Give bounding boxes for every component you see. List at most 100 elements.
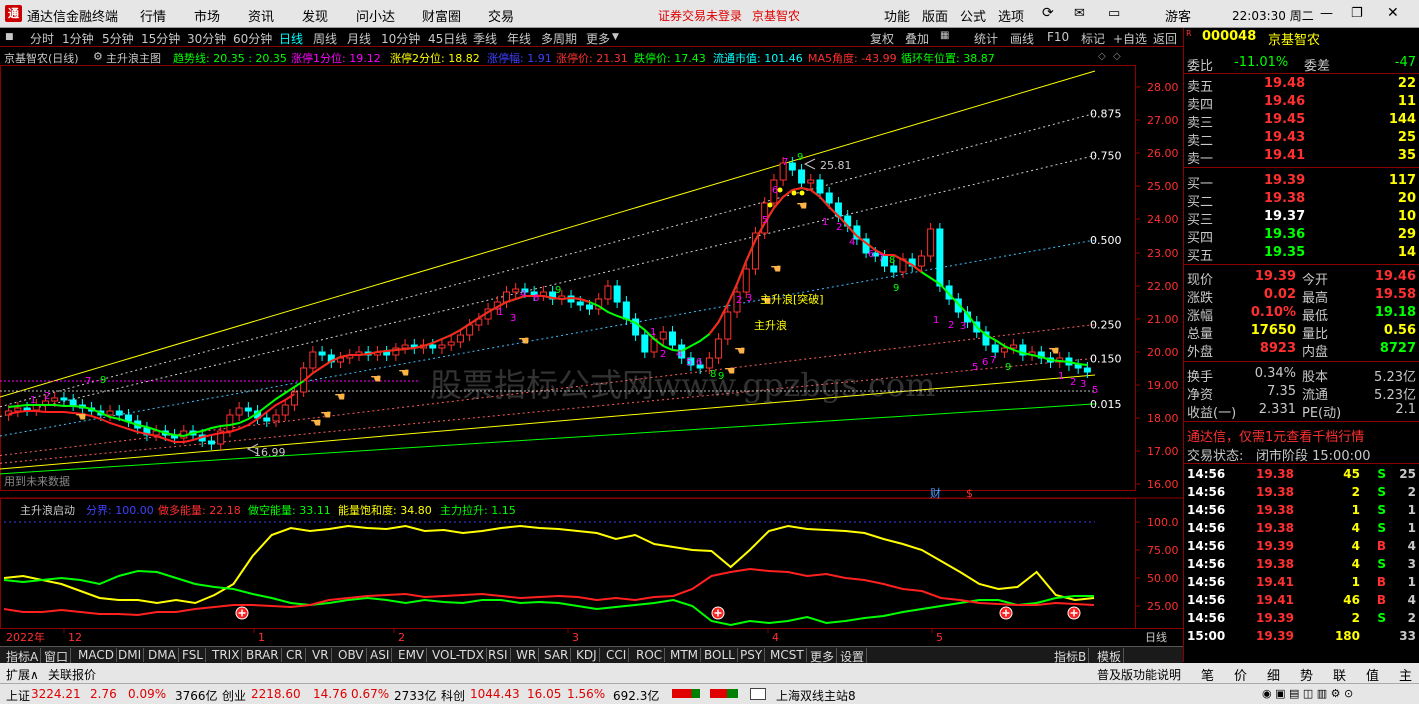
right-tab-2[interactable]: 细	[1267, 665, 1280, 684]
menu-ask[interactable]: 问小达	[356, 6, 395, 25]
period-45day[interactable]: 45日线	[428, 30, 467, 47]
menu-news[interactable]: 资讯	[248, 6, 274, 25]
period-weekly[interactable]: 周线	[313, 30, 337, 47]
refresh-icon[interactable]: ⟳	[1042, 5, 1054, 21]
period-30min[interactable]: 30分钟	[187, 30, 226, 47]
promo-link[interactable]: 通达信，仅需1元查看千档行情	[1187, 426, 1364, 445]
login-notice[interactable]: 证券交易未登录	[658, 7, 742, 24]
tick-side: S	[1377, 611, 1386, 625]
finance-marker[interactable]: 财	[930, 486, 941, 500]
mail-icon[interactable]: ✉	[1074, 6, 1085, 21]
edition-help-link[interactable]: 普及版功能说明	[1097, 666, 1181, 683]
tick-price: 19.39	[1256, 611, 1294, 625]
tab-18[interactable]: CCI	[604, 648, 630, 662]
user-label[interactable]: 游客	[1165, 6, 1191, 25]
hand-pointer-icon: ☚	[398, 366, 410, 381]
menu-market[interactable]: 市场	[194, 6, 220, 25]
chart-diamond-icon[interactable]: ◇	[1098, 51, 1106, 62]
period-60min[interactable]: 60分钟	[233, 30, 272, 47]
btn-stats[interactable]: 统计	[974, 30, 998, 47]
period-daily[interactable]: 日线	[279, 30, 303, 47]
tab-3[interactable]: DMI	[116, 648, 145, 662]
tab-8[interactable]: CR	[284, 648, 306, 662]
toolbar-square-icon[interactable]: ■	[5, 32, 14, 42]
main-indicator-name[interactable]: 主升浪主图	[106, 50, 161, 66]
period-fenshi[interactable]: 分时	[30, 30, 54, 47]
right-tab-1[interactable]: 价	[1234, 665, 1247, 684]
grid-icon[interactable]: ▦	[940, 30, 949, 41]
btn-draw[interactable]: 画线	[1010, 30, 1034, 47]
tab-17[interactable]: KDJ	[574, 648, 600, 662]
tab-22[interactable]: PSY	[738, 648, 766, 662]
tab-10[interactable]: OBV	[336, 648, 367, 662]
btn-fuquan[interactable]: 复权	[870, 30, 894, 47]
period-10min[interactable]: 10分钟	[381, 30, 420, 47]
btn-add-favorite[interactable]: +自选	[1113, 30, 1147, 47]
period-5min[interactable]: 5分钟	[102, 30, 134, 47]
related-quotes-button[interactable]: 关联报价	[48, 666, 96, 683]
btn-overlay[interactable]: 叠加	[905, 30, 929, 47]
tab-11[interactable]: ASI	[368, 648, 393, 662]
menu-formula[interactable]: 公式	[960, 6, 986, 25]
right-tab-5[interactable]: 值	[1366, 665, 1379, 684]
btn-mark[interactable]: 标记	[1081, 30, 1105, 47]
tab-20[interactable]: MTM	[668, 648, 702, 662]
chart-diamond-icon-2[interactable]: ◇	[1113, 51, 1121, 62]
close-icon[interactable]: ✕	[1387, 5, 1399, 21]
tab-19[interactable]: ROC	[634, 648, 666, 662]
window-icon[interactable]: ▭	[1108, 6, 1120, 21]
tab-9[interactable]: VR	[310, 648, 332, 662]
right-tab-6[interactable]: 主	[1399, 665, 1412, 684]
tab-13[interactable]: VOL-TDX	[430, 648, 487, 662]
tab-23[interactable]: MCST	[768, 648, 807, 662]
minimize-icon[interactable]: —	[1320, 6, 1333, 21]
tab-12[interactable]: EMV	[396, 648, 428, 662]
period-15min[interactable]: 15分钟	[141, 30, 180, 47]
btn-back[interactable]: 返回	[1153, 30, 1177, 47]
server-name[interactable]: 上海双线主站8	[776, 687, 856, 704]
menu-discover[interactable]: 发现	[302, 6, 328, 25]
sub-indicator-name[interactable]: 主升浪启动	[20, 503, 75, 517]
btn-f10[interactable]: F10	[1047, 30, 1069, 44]
tick-volume: 180	[1334, 629, 1360, 643]
y-tick-label: 23.00	[1147, 247, 1179, 260]
period-multi[interactable]: 多周期	[541, 30, 577, 47]
period-monthly[interactable]: 月线	[347, 30, 371, 47]
cy-index-label[interactable]: 创业	[222, 687, 246, 704]
menu-fortune[interactable]: 财富圈	[422, 6, 461, 25]
menu-layout[interactable]: 版面	[922, 6, 948, 25]
sh-index-label[interactable]: 上证	[6, 687, 30, 704]
more-dropdown-icon[interactable]: ▼	[612, 32, 619, 42]
tab-2[interactable]: MACD	[76, 648, 117, 662]
tab-5[interactable]: FSL	[180, 648, 206, 662]
tab-14[interactable]: RSI	[486, 648, 511, 662]
status-icons[interactable]: ◉ ▣ ▤ ◫ ▥ ⚙ ⊙	[1262, 687, 1353, 700]
x-axis-period[interactable]: 日线	[1145, 630, 1167, 644]
menu-function[interactable]: 功能	[884, 6, 910, 25]
expand-button[interactable]: 扩展∧	[6, 666, 39, 683]
kc-index-label[interactable]: 科创	[441, 687, 465, 704]
tab-6[interactable]: TRIX	[210, 648, 243, 662]
menu-options[interactable]: 选项	[998, 6, 1024, 25]
kline-chart-area[interactable]: 28.00 27.00 26.00 25.00 24.00 23.00 22.00 21.00…	[0, 65, 1183, 646]
tick-volume: 4	[1351, 539, 1360, 553]
tab-4[interactable]: DMA	[146, 648, 179, 662]
saturation-line	[3, 524, 1095, 605]
right-tab-4[interactable]: 联	[1333, 665, 1346, 684]
maximize-icon[interactable]: ❐	[1351, 6, 1363, 21]
indicator-gear-icon[interactable]: ⚙	[93, 50, 103, 63]
period-quarter[interactable]: 季线	[473, 30, 497, 47]
right-tab-3[interactable]: 势	[1300, 665, 1313, 684]
period-more[interactable]: 更多	[586, 30, 610, 47]
tab-15[interactable]: WR	[514, 648, 540, 662]
tab-7[interactable]: BRAR	[244, 648, 282, 662]
period-year[interactable]: 年线	[507, 30, 531, 47]
ask-price: 19.41	[1264, 148, 1306, 163]
tab-16[interactable]: SAR	[542, 648, 572, 662]
menu-trade[interactable]: 交易	[488, 6, 514, 25]
menu-quotes[interactable]: 行情	[140, 6, 166, 25]
tab-21[interactable]: BOLL	[702, 648, 738, 662]
dividend-marker[interactable]: $	[966, 487, 973, 500]
right-tab-0[interactable]: 笔	[1201, 665, 1214, 684]
period-1min[interactable]: 1分钟	[62, 30, 94, 47]
